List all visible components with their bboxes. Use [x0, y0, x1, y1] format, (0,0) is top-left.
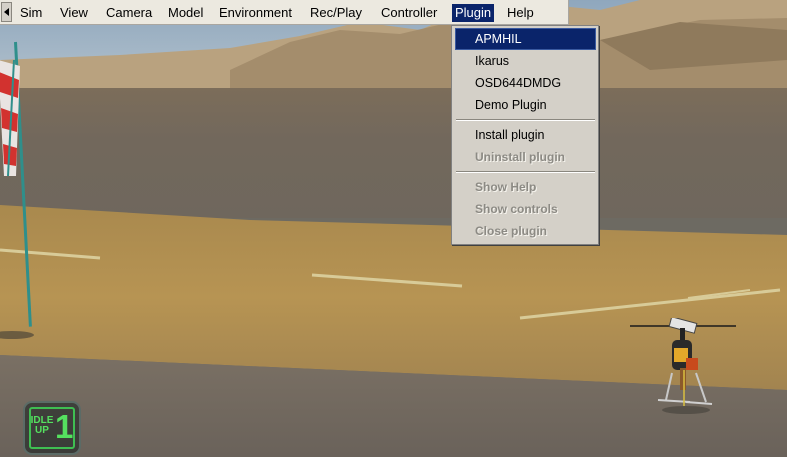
- windsock-icon: [0, 59, 20, 177]
- menu-separator: [456, 171, 595, 173]
- menu-item-ikarus[interactable]: Ikarus: [456, 51, 595, 71]
- menu-help[interactable]: Help: [507, 4, 534, 22]
- menu-environment[interactable]: Environment: [219, 4, 292, 22]
- plugin-dropdown-menu: APMHIL Ikarus OSD644DMDG Demo Plugin Ins…: [451, 25, 599, 245]
- menu-bar: Sim View Camera Model Environment Rec/Pl…: [0, 0, 569, 25]
- menu-controller[interactable]: Controller: [381, 4, 437, 22]
- helicopter-icon: [630, 318, 736, 414]
- flight-mode-indicator: IDLE UP 1: [23, 401, 81, 455]
- menu-item-osd644dmdg[interactable]: OSD644DMDG: [456, 73, 595, 93]
- menu-model[interactable]: Model: [168, 4, 203, 22]
- menu-item-show-controls[interactable]: Show controls: [456, 199, 595, 219]
- menu-item-install-plugin[interactable]: Install plugin: [456, 125, 595, 145]
- menu-camera[interactable]: Camera: [106, 4, 152, 22]
- menu-item-apmhil[interactable]: APMHIL: [455, 28, 596, 50]
- menu-sim[interactable]: Sim: [20, 4, 42, 22]
- menu-item-show-help[interactable]: Show Help: [456, 177, 595, 197]
- flight-mode-line2: UP: [35, 425, 49, 436]
- menu-item-demo-plugin[interactable]: Demo Plugin: [456, 95, 595, 115]
- menu-view[interactable]: View: [60, 4, 88, 22]
- flight-mode-label: IDLE UP: [28, 416, 56, 436]
- menu-recplay[interactable]: Rec/Play: [310, 4, 362, 22]
- scroll-left-icon[interactable]: [1, 2, 12, 22]
- menu-separator: [456, 119, 595, 121]
- sim-viewport[interactable]: IDLE UP 1: [0, 0, 787, 457]
- menu-item-uninstall-plugin[interactable]: Uninstall plugin: [456, 147, 595, 167]
- menu-item-close-plugin[interactable]: Close plugin: [456, 221, 595, 241]
- flight-mode-number: 1: [55, 408, 74, 445]
- menu-plugin[interactable]: Plugin: [452, 4, 495, 22]
